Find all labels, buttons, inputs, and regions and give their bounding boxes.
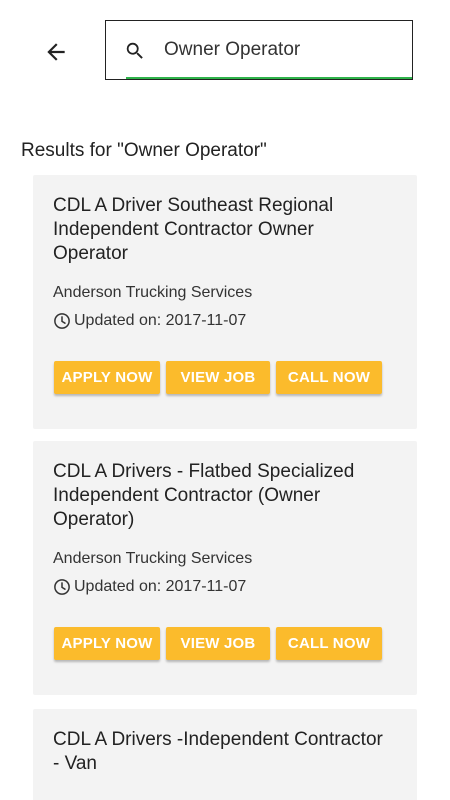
apply-now-button[interactable]: APPLY NOW (54, 627, 160, 660)
apply-now-button[interactable]: APPLY NOW (54, 361, 160, 394)
job-title[interactable]: CDL A Drivers -Independent Contractor - … (53, 728, 389, 776)
updated-date: Updated on: 2017-11-07 (53, 577, 397, 597)
clock-icon (53, 578, 71, 596)
job-card[interactable]: CDL A Driver Southeast Regional Independ… (33, 175, 417, 429)
job-card[interactable]: CDL A Drivers -Independent Contractor - … (33, 709, 417, 800)
search-results-screen: Results for "Owner Operator" CDL A Drive… (0, 0, 450, 800)
job-card[interactable]: CDL A Drivers - Flatbed Specialized Inde… (33, 441, 417, 695)
job-title[interactable]: CDL A Drivers - Flatbed Specialized Inde… (53, 460, 389, 532)
clock-icon (53, 312, 71, 330)
arrow-left-icon (47, 43, 65, 61)
job-title[interactable]: CDL A Driver Southeast Regional Independ… (53, 194, 389, 266)
search-input[interactable] (164, 35, 396, 65)
company-name: Anderson Trucking Services (53, 550, 253, 567)
search-bar (105, 20, 413, 80)
back-button[interactable] (38, 34, 74, 70)
search-icon (126, 42, 143, 59)
view-job-button[interactable]: VIEW JOB (166, 627, 270, 660)
call-now-button[interactable]: CALL NOW (276, 627, 382, 660)
updated-date-text: Updated on: 2017-11-07 (74, 578, 247, 595)
job-actions: APPLY NOW VIEW JOB CALL NOW (54, 627, 388, 660)
updated-date: Updated on: 2017-11-07 (53, 311, 397, 331)
job-actions: APPLY NOW VIEW JOB CALL NOW (54, 361, 388, 394)
updated-date-text: Updated on: 2017-11-07 (74, 312, 247, 329)
results-heading: Results for "Owner Operator" (21, 140, 267, 161)
call-now-button[interactable]: CALL NOW (276, 361, 382, 394)
search-input-underline (126, 77, 412, 79)
view-job-button[interactable]: VIEW JOB (166, 361, 270, 394)
company-name: Anderson Trucking Services (53, 284, 253, 301)
